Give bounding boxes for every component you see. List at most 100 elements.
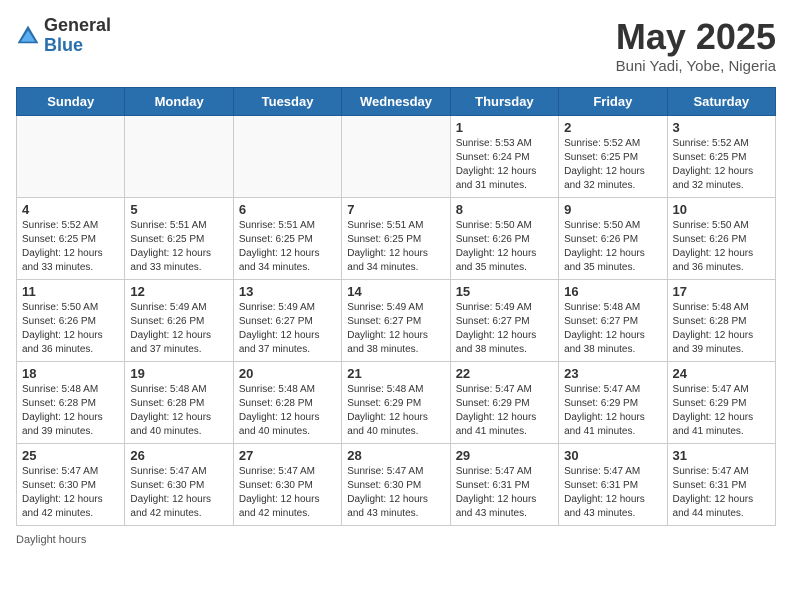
- day-number: 23: [564, 366, 661, 381]
- day-number: 19: [130, 366, 227, 381]
- day-info: Sunrise: 5:48 AM Sunset: 6:29 PM Dayligh…: [347, 383, 444, 439]
- calendar-cell: 12 Sunrise: 5:49 AM Sunset: 6:26 PM Dayli…: [125, 280, 233, 362]
- calendar-cell: 8Sunrise: 5:50 AM Sunset: 6:26 PM Daylig…: [450, 198, 558, 280]
- day-info: Sunrise: 5:47 AM Sunset: 6:30 PM Dayligh…: [239, 465, 336, 521]
- calendar-cell: 13 Sunrise: 5:49 AM Sunset: 6:27 PM Dayli…: [233, 280, 341, 362]
- logo: General Blue: [16, 16, 111, 56]
- day-number: 1: [456, 120, 553, 135]
- day-info: Sunrise: 5:52 AM Sunset: 6:25 PM Dayligh…: [564, 137, 661, 193]
- day-number: 7: [347, 202, 444, 217]
- calendar-cell: 20 Sunrise: 5:48 AM Sunset: 6:28 PM Dayli…: [233, 362, 341, 444]
- day-info: Sunrise: 5:51 AM Sunset: 6:25 PM Dayligh…: [130, 219, 227, 275]
- calendar-cell: 1Sunrise: 5:53 AM Sunset: 6:24 PM Daylig…: [450, 116, 558, 198]
- calendar-cell: 10Sunrise: 5:50 AM Sunset: 6:26 PM Dayli…: [667, 198, 775, 280]
- calendar-week-row: 11 Sunrise: 5:50 AM Sunset: 6:26 PM Dayli…: [17, 280, 776, 362]
- day-info: Sunrise: 5:48 AM Sunset: 6:28 PM Dayligh…: [22, 383, 119, 439]
- weekday-header: Monday: [125, 88, 233, 116]
- weekday-header: Saturday: [667, 88, 775, 116]
- weekday-header-row: SundayMondayTuesdayWednesdayThursdayFrid…: [17, 88, 776, 116]
- calendar-cell: 2 Sunrise: 5:52 AM Sunset: 6:25 PM Daylig…: [559, 116, 667, 198]
- day-info: Sunrise: 5:49 AM Sunset: 6:27 PM Dayligh…: [347, 301, 444, 357]
- calendar-cell: 7Sunrise: 5:51 AM Sunset: 6:25 PM Daylig…: [342, 198, 450, 280]
- day-info: Sunrise: 5:50 AM Sunset: 6:26 PM Dayligh…: [564, 219, 661, 275]
- day-info: Sunrise: 5:48 AM Sunset: 6:28 PM Dayligh…: [239, 383, 336, 439]
- day-number: 9: [564, 202, 661, 217]
- calendar-week-row: 25 Sunrise: 5:47 AM Sunset: 6:30 PM Dayli…: [17, 444, 776, 526]
- weekday-header: Tuesday: [233, 88, 341, 116]
- calendar-cell: 18Sunrise: 5:48 AM Sunset: 6:28 PM Dayli…: [17, 362, 125, 444]
- day-info: Sunrise: 5:49 AM Sunset: 6:26 PM Dayligh…: [130, 301, 227, 357]
- logo-general-text: General: [44, 16, 111, 36]
- weekday-header: Friday: [559, 88, 667, 116]
- month-title: May 2025: [616, 16, 776, 58]
- calendar-cell: [233, 116, 341, 198]
- day-info: Sunrise: 5:50 AM Sunset: 6:26 PM Dayligh…: [673, 219, 770, 275]
- calendar-cell: 25 Sunrise: 5:47 AM Sunset: 6:30 PM Dayli…: [17, 444, 125, 526]
- calendar-cell: 9 Sunrise: 5:50 AM Sunset: 6:26 PM Daylig…: [559, 198, 667, 280]
- day-number: 13: [239, 284, 336, 299]
- calendar-cell: 5 Sunrise: 5:51 AM Sunset: 6:25 PM Daylig…: [125, 198, 233, 280]
- day-info: Sunrise: 5:47 AM Sunset: 6:29 PM Dayligh…: [456, 383, 553, 439]
- calendar-cell: 17 Sunrise: 5:48 AM Sunset: 6:28 PM Dayli…: [667, 280, 775, 362]
- logo-blue-text: Blue: [44, 36, 111, 56]
- day-number: 5: [130, 202, 227, 217]
- calendar-cell: 31Sunrise: 5:47 AM Sunset: 6:31 PM Dayli…: [667, 444, 775, 526]
- calendar-cell: 30Sunrise: 5:47 AM Sunset: 6:31 PM Dayli…: [559, 444, 667, 526]
- day-info: Sunrise: 5:47 AM Sunset: 6:29 PM Dayligh…: [564, 383, 661, 439]
- calendar-cell: 11 Sunrise: 5:50 AM Sunset: 6:26 PM Dayli…: [17, 280, 125, 362]
- calendar-cell: 15Sunrise: 5:49 AM Sunset: 6:27 PM Dayli…: [450, 280, 558, 362]
- day-number: 4: [22, 202, 119, 217]
- day-number: 12: [130, 284, 227, 299]
- day-number: 20: [239, 366, 336, 381]
- day-info: Sunrise: 5:52 AM Sunset: 6:25 PM Dayligh…: [673, 137, 770, 193]
- day-info: Sunrise: 5:48 AM Sunset: 6:28 PM Dayligh…: [673, 301, 770, 357]
- day-number: 2: [564, 120, 661, 135]
- day-number: 25: [22, 448, 119, 463]
- calendar-cell: [17, 116, 125, 198]
- day-number: 28: [347, 448, 444, 463]
- day-info: Sunrise: 5:47 AM Sunset: 6:30 PM Dayligh…: [130, 465, 227, 521]
- day-info: Sunrise: 5:50 AM Sunset: 6:26 PM Dayligh…: [22, 301, 119, 357]
- calendar-cell: 26 Sunrise: 5:47 AM Sunset: 6:30 PM Dayli…: [125, 444, 233, 526]
- calendar-cell: 3Sunrise: 5:52 AM Sunset: 6:25 PM Daylig…: [667, 116, 775, 198]
- day-number: 24: [673, 366, 770, 381]
- day-info: Sunrise: 5:47 AM Sunset: 6:30 PM Dayligh…: [22, 465, 119, 521]
- weekday-header: Wednesday: [342, 88, 450, 116]
- calendar-week-row: 18Sunrise: 5:48 AM Sunset: 6:28 PM Dayli…: [17, 362, 776, 444]
- logo-text: General Blue: [44, 16, 111, 56]
- day-info: Sunrise: 5:47 AM Sunset: 6:31 PM Dayligh…: [564, 465, 661, 521]
- calendar-cell: [342, 116, 450, 198]
- calendar-cell: 19 Sunrise: 5:48 AM Sunset: 6:28 PM Dayli…: [125, 362, 233, 444]
- calendar-week-row: 1Sunrise: 5:53 AM Sunset: 6:24 PM Daylig…: [17, 116, 776, 198]
- calendar-cell: 28 Sunrise: 5:47 AM Sunset: 6:30 PM Dayli…: [342, 444, 450, 526]
- calendar-cell: 4 Sunrise: 5:52 AM Sunset: 6:25 PM Daylig…: [17, 198, 125, 280]
- calendar-cell: 22 Sunrise: 5:47 AM Sunset: 6:29 PM Dayli…: [450, 362, 558, 444]
- calendar-cell: 23 Sunrise: 5:47 AM Sunset: 6:29 PM Dayli…: [559, 362, 667, 444]
- calendar-cell: 21Sunrise: 5:48 AM Sunset: 6:29 PM Dayli…: [342, 362, 450, 444]
- day-info: Sunrise: 5:47 AM Sunset: 6:30 PM Dayligh…: [347, 465, 444, 521]
- logo-icon: [16, 24, 40, 48]
- day-info: Sunrise: 5:47 AM Sunset: 6:31 PM Dayligh…: [456, 465, 553, 521]
- weekday-header: Sunday: [17, 88, 125, 116]
- day-number: 11: [22, 284, 119, 299]
- title-area: May 2025 Buni Yadi, Yobe, Nigeria: [616, 16, 776, 75]
- header: General Blue May 2025 Buni Yadi, Yobe, N…: [16, 16, 776, 75]
- calendar-cell: 27Sunrise: 5:47 AM Sunset: 6:30 PM Dayli…: [233, 444, 341, 526]
- day-number: 16: [564, 284, 661, 299]
- day-info: Sunrise: 5:50 AM Sunset: 6:26 PM Dayligh…: [456, 219, 553, 275]
- day-info: Sunrise: 5:49 AM Sunset: 6:27 PM Dayligh…: [239, 301, 336, 357]
- calendar-cell: 6Sunrise: 5:51 AM Sunset: 6:25 PM Daylig…: [233, 198, 341, 280]
- calendar-cell: 29 Sunrise: 5:47 AM Sunset: 6:31 PM Dayli…: [450, 444, 558, 526]
- day-info: Sunrise: 5:52 AM Sunset: 6:25 PM Dayligh…: [22, 219, 119, 275]
- weekday-header: Thursday: [450, 88, 558, 116]
- day-number: 14: [347, 284, 444, 299]
- calendar-week-row: 4 Sunrise: 5:52 AM Sunset: 6:25 PM Daylig…: [17, 198, 776, 280]
- day-number: 17: [673, 284, 770, 299]
- day-info: Sunrise: 5:48 AM Sunset: 6:28 PM Dayligh…: [130, 383, 227, 439]
- day-info: Sunrise: 5:47 AM Sunset: 6:29 PM Dayligh…: [673, 383, 770, 439]
- day-number: 22: [456, 366, 553, 381]
- day-info: Sunrise: 5:49 AM Sunset: 6:27 PM Dayligh…: [456, 301, 553, 357]
- footer-note: Daylight hours: [16, 534, 776, 546]
- day-number: 26: [130, 448, 227, 463]
- day-number: 29: [456, 448, 553, 463]
